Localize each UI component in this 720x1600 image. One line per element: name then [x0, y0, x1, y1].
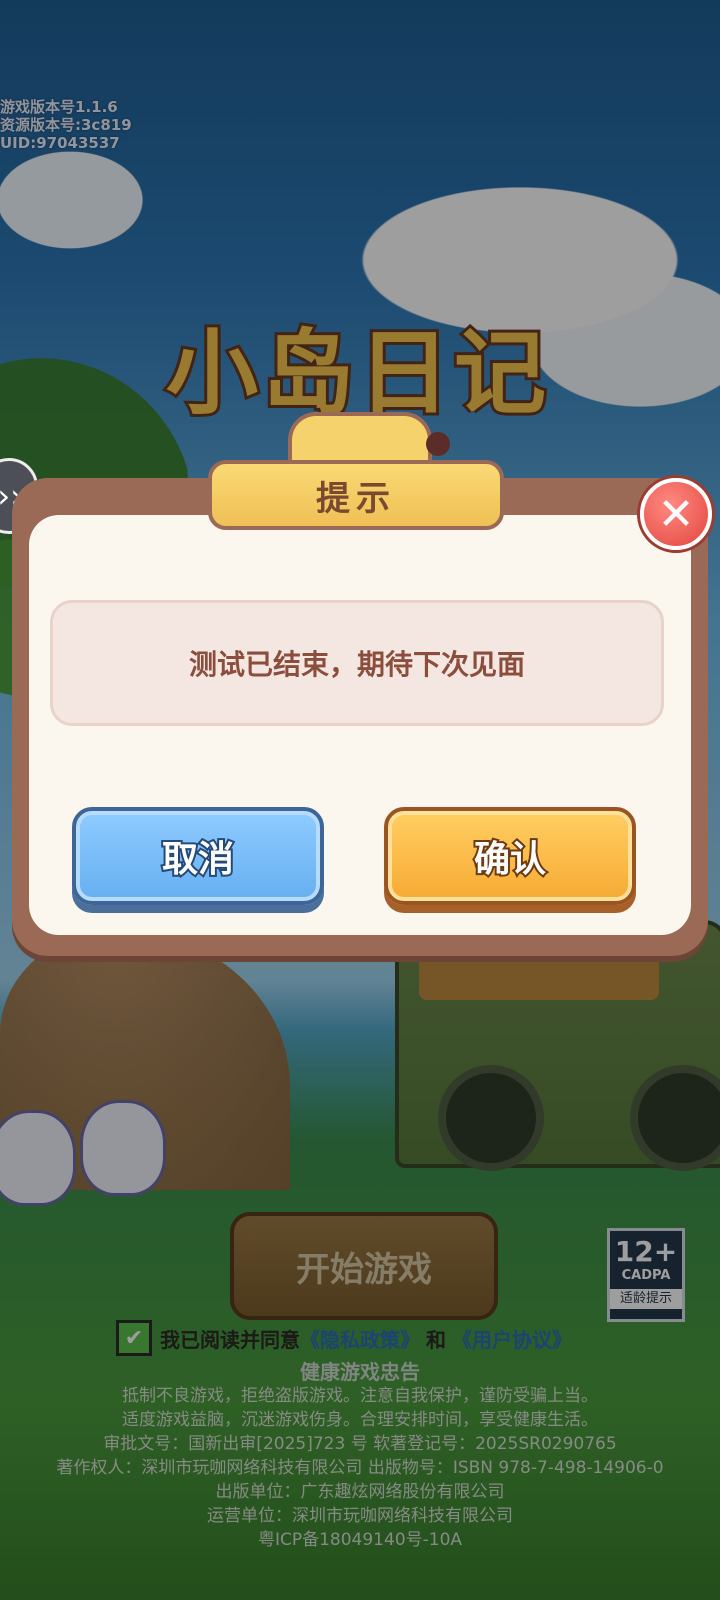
confirm-button[interactable]: 确认 [384, 807, 636, 905]
dialog-message-box: 测试已结束，期待下次见面 [50, 600, 664, 726]
dialog-title-tab: 提示 [208, 412, 504, 530]
dialog-message: 测试已结束，期待下次见面 [188, 648, 525, 681]
close-icon: ✕ [657, 488, 695, 540]
dialog-content: 测试已结束，期待下次见面 取消 确认 [29, 515, 691, 935]
close-button[interactable]: ✕ [640, 478, 712, 550]
cancel-button[interactable]: 取消 [72, 807, 324, 905]
dialog-title: 提示 [316, 478, 396, 519]
confirm-label: 确认 [472, 837, 548, 882]
prompt-dialog: 测试已结束，期待下次见面 取消 确认 [12, 478, 708, 956]
title-tab-body: 提示 [208, 460, 504, 530]
tab-hole [426, 432, 450, 456]
cancel-label: 取消 [160, 837, 236, 882]
